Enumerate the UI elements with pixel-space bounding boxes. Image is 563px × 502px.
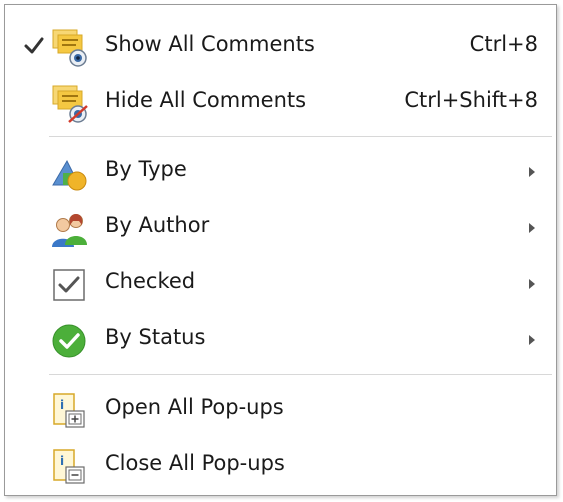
close-popups-icon: i	[53, 449, 85, 484]
users-icon	[52, 214, 87, 247]
checkbox-icon	[53, 269, 85, 301]
submenu-arrow-icon	[529, 167, 535, 177]
menu-item-close-all-popups[interactable]: i Close All Pop-ups	[5, 438, 556, 494]
open-popups-icon: i	[53, 393, 85, 428]
submenu-arrow-icon	[529, 335, 535, 345]
menu-item-checked[interactable]: Checked	[5, 256, 556, 312]
menu-item-label: By Type	[105, 157, 187, 181]
show-comments-icon	[52, 29, 87, 67]
menu-item-label: Show All Comments	[105, 32, 315, 56]
svg-text:i: i	[60, 398, 64, 412]
submenu-arrow-icon	[529, 223, 535, 233]
menu-item-by-status[interactable]: By Status	[5, 312, 556, 368]
menu-item-by-author[interactable]: By Author	[5, 200, 556, 256]
shortcut-text: Ctrl+8	[469, 32, 538, 56]
context-menu: Show All Comments Ctrl+8 Hide All Commen…	[4, 4, 557, 496]
menu-item-label: By Author	[105, 213, 210, 237]
hide-comments-icon	[52, 85, 88, 123]
menu-item-label: Hide All Comments	[105, 88, 307, 112]
green-check-icon	[52, 324, 86, 358]
menu-separator	[49, 136, 552, 137]
menu-item-label: Open All Pop-ups	[105, 395, 284, 419]
menu-item-label: Close All Pop-ups	[105, 451, 285, 475]
checkmark-icon	[24, 37, 44, 54]
menu-separator	[49, 374, 552, 375]
svg-text:i: i	[60, 454, 64, 468]
menu-item-label: By Status	[105, 325, 206, 349]
shortcut-text: Ctrl+Shift+8	[404, 88, 538, 112]
shapes-icon	[52, 159, 87, 191]
submenu-arrow-icon	[529, 279, 535, 289]
menu-item-show-all-comments[interactable]: Show All Comments Ctrl+8	[5, 19, 556, 75]
menu-item-label: Checked	[105, 269, 196, 293]
menu-item-by-type[interactable]: By Type	[5, 144, 556, 200]
menu-item-open-all-popups[interactable]: i Open All Pop-ups	[5, 382, 556, 438]
menu-item-hide-all-comments[interactable]: Hide All Comments Ctrl+Shift+8	[5, 75, 556, 131]
